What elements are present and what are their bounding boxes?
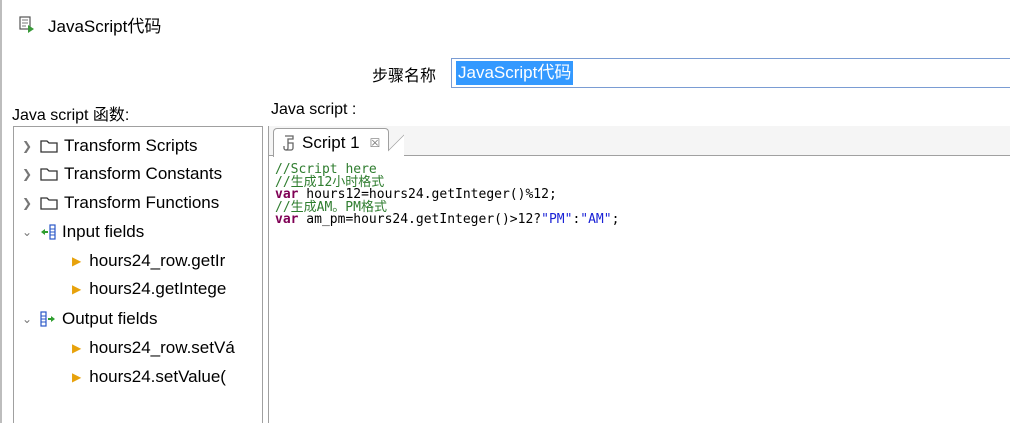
tree-label: hours24_row.setVá [89,338,235,357]
functions-label: Java script 函数: [12,107,130,124]
code-text: ; [611,212,620,227]
tab-label: Script 1 [302,133,360,152]
chevron-right-icon[interactable]: ❯ [20,167,34,181]
triangle-right-icon: ▶ [72,370,82,384]
folder-icon [40,139,58,153]
tree-item-transform-constants[interactable]: ❯ Transform Constants [20,161,222,187]
tree-item-output-field-2[interactable]: ▶ hours24.setValue( [72,364,226,390]
tree-label: Transform Scripts [64,136,198,155]
step-name-row: 步骤名称 JavaScript代码 [0,58,1010,88]
javascript-step-icon [18,15,36,33]
tree-label: Transform Functions [64,193,220,212]
folder-icon [40,167,58,181]
tree-label: hours24_row.getIr [89,251,226,270]
step-name-value: JavaScript代码 [456,61,574,85]
tree-label: Transform Constants [64,164,223,183]
script-editor: Script 1 ☒ //Script here //生成12小时格式 var … [268,126,1010,423]
functions-tree[interactable]: ❯ Transform Scripts ❯ Transform Constant… [13,126,263,423]
tree-label: Input fields [62,222,145,241]
triangle-right-icon: ▶ [72,282,82,296]
tree-item-input-field-2[interactable]: ▶ hours24.getIntege [72,276,226,302]
step-name-label: 步骤名称 [372,68,437,85]
tree-label: hours24.setValue( [89,367,226,386]
output-fields-icon [40,311,56,327]
chevron-right-icon[interactable]: ❯ [20,196,34,210]
tree-item-transform-scripts[interactable]: ❯ Transform Scripts [20,133,198,159]
chevron-down-icon[interactable]: ⌄ [20,312,34,326]
step-name-input[interactable]: JavaScript代码 [451,58,1010,88]
code-text: am_pm=hours24.getInteger()>12? [298,212,542,227]
code-string: "PM" [541,212,573,227]
folder-icon [40,196,58,210]
tree-label: Output fields [62,309,158,328]
tree-item-input-field-1[interactable]: ▶ hours24_row.getIr [72,248,225,274]
tree-item-output-field-1[interactable]: ▶ hours24_row.setVá [72,335,235,361]
code-keyword: var [275,212,299,227]
window-title: JavaScript代码 [48,16,162,36]
script-tab-strip: Script 1 ☒ [269,126,1010,158]
triangle-right-icon: ▶ [72,341,82,355]
script-label: Java script : [271,101,357,118]
window-title-bar: JavaScript代码 [18,12,161,36]
tree-item-transform-functions[interactable]: ❯ Transform Functions [20,190,219,216]
chevron-down-icon[interactable]: ⌄ [20,225,34,239]
script-icon [282,135,296,151]
tree-label: hours24.getIntege [89,279,227,298]
close-icon[interactable]: ☒ [370,136,381,150]
input-fields-icon [40,224,56,240]
tab-script-1[interactable]: Script 1 ☒ [273,128,405,158]
tree-item-output-fields[interactable]: ⌄ Output fields [20,306,157,332]
tree-item-input-fields[interactable]: ⌄ Input fields [20,219,144,245]
script-code[interactable]: //Script here //生成12小时格式 var hours12=hou… [275,163,620,227]
code-string: "AM" [580,212,612,227]
triangle-right-icon: ▶ [72,254,82,268]
chevron-right-icon[interactable]: ❯ [20,139,34,153]
